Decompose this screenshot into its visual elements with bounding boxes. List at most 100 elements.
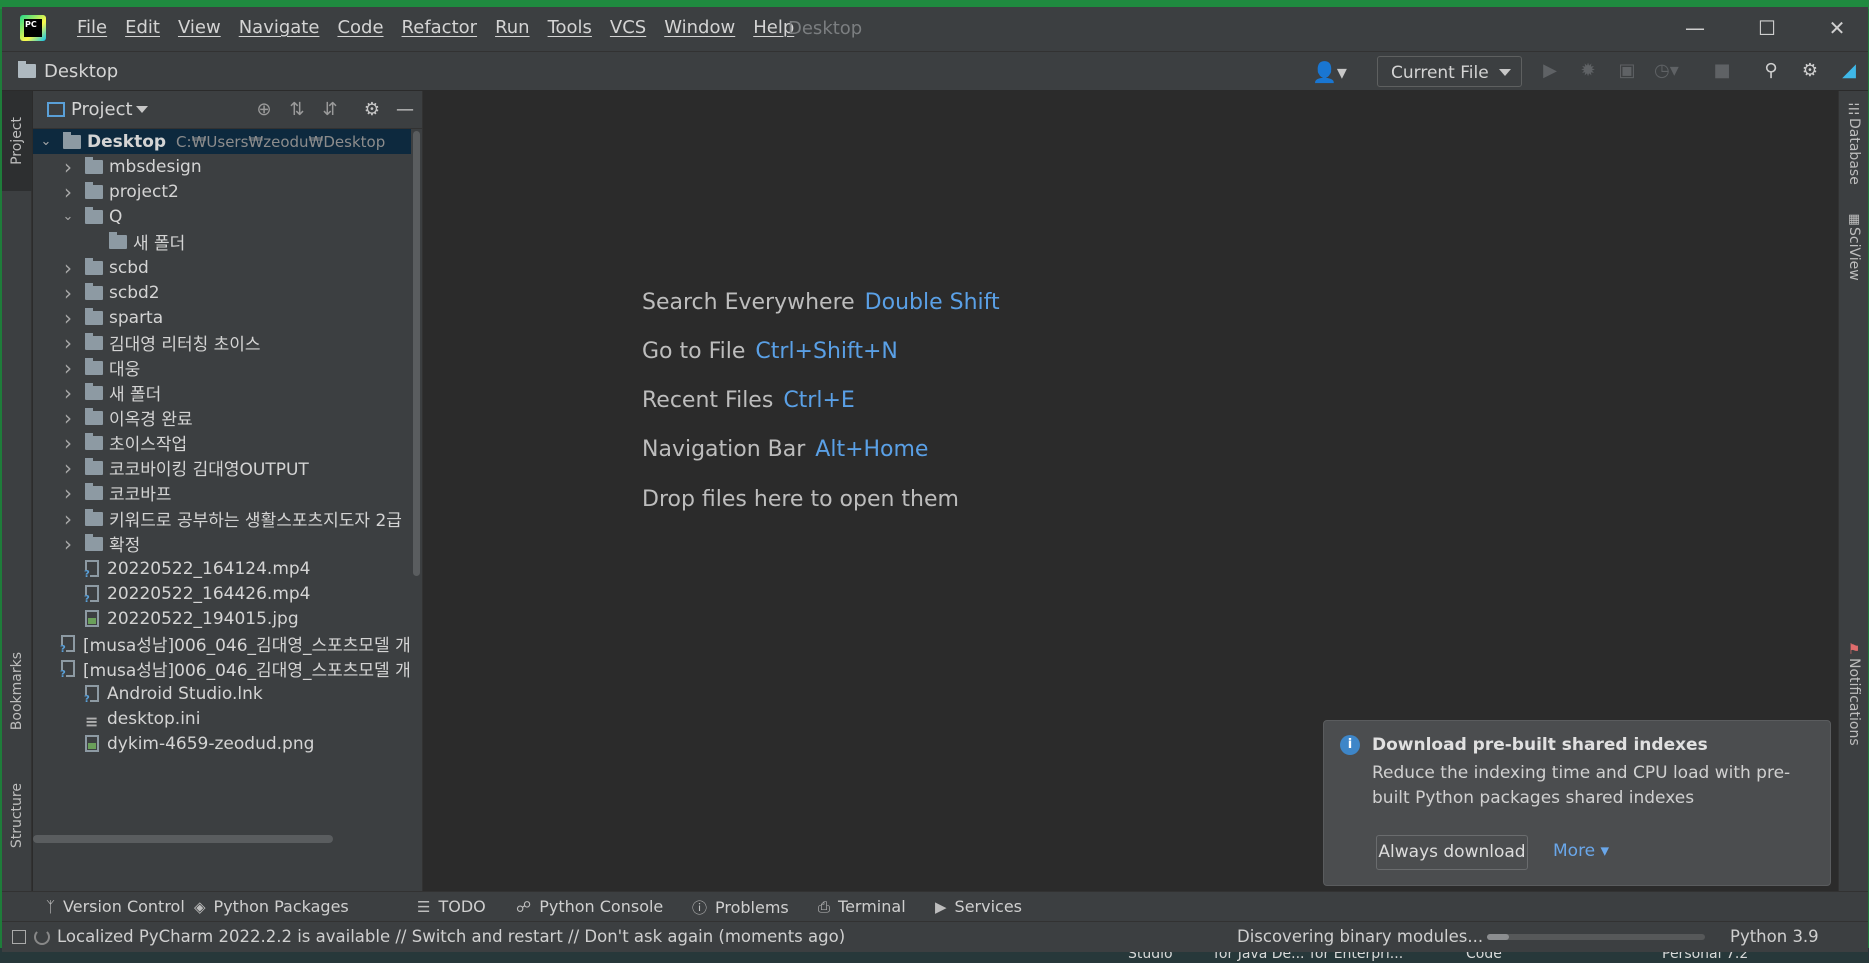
tree-file-row[interactable]: Android Studio.lnk [33,681,411,706]
jetbrains-toolbox-icon[interactable]: ◢ [1838,60,1860,82]
user-account-icon[interactable]: 👤▾ [1312,60,1347,84]
more-actions-link[interactable]: More ▾ [1553,841,1609,861]
chevron-right-icon[interactable]: › [61,281,75,305]
tree-folder-row[interactable]: › scbd [33,255,411,280]
minimize-button[interactable]: — [1668,13,1722,43]
background-task-text[interactable]: Discovering binary modules... [1237,927,1483,946]
project-tree-horizontal-scrollbar[interactable] [33,835,333,843]
tree-folder-row[interactable]: › 이옥경 완료 [33,405,411,431]
menu-refactor[interactable]: Refactor [393,17,487,38]
tree-folder-row[interactable]: 새 폴더 [33,229,411,254]
breadcrumb[interactable]: Desktop [44,61,118,82]
project-panel-title[interactable]: Project [71,99,133,120]
close-button[interactable]: ✕ [1810,13,1864,43]
menu-run[interactable]: Run [486,17,539,38]
coverage-icon[interactable]: ▣ [1616,60,1638,82]
tree-folder-row[interactable]: › 키워드로 공부하는 생활스포츠지도자 2급 [33,506,411,532]
tree-file-row[interactable]: 20220522_164426.mp4 [33,581,411,606]
stripe-structure-button[interactable]: Structure [2,771,32,861]
search-icon[interactable]: ⚲ [1760,60,1782,82]
stripe-bookmarks-button[interactable]: Bookmarks [2,641,32,741]
menu-vcs[interactable]: VCS [601,17,655,38]
chevron-right-icon[interactable]: › [61,155,75,179]
tool-problems[interactable]: ⓘ Problems [692,897,789,918]
stop-icon[interactable]: ■ [1711,60,1733,82]
status-message[interactable]: Localized PyCharm 2022.2.2 is available … [57,927,845,946]
tree-folder-row[interactable]: › sparta [33,305,411,330]
scrollbar-thumb[interactable] [413,131,420,576]
tree-file-row[interactable]: [musa성남]006_046_김대영_스포츠모델 개인.m [33,631,411,656]
chevron-down-icon[interactable]: ⌄ [39,134,53,149]
chevron-right-icon[interactable]: › [61,532,75,556]
tree-folder-row[interactable]: ⌄ Q [33,204,411,229]
tree-folder-row[interactable]: › 코코바이킹 김대영OUTPUT [33,455,411,481]
chevron-down-icon[interactable]: ⌄ [61,209,75,224]
tree-folder-row[interactable]: › 대웅 [33,355,411,381]
toggle-tool-windows-icon[interactable] [12,930,26,944]
tree-folder-row[interactable]: › project2 [33,179,411,204]
run-configuration-dropdown[interactable]: Current File [1377,56,1522,87]
tool-python-console[interactable]: ☍ Python Console [516,897,663,916]
stripe-sciview-button[interactable]: ▦ SciView [1839,201,1868,291]
tool-python-packages[interactable]: ◈ Python Packages [194,897,349,916]
expand-all-icon[interactable]: ⇅ [286,99,308,121]
tree-file-row[interactable]: dykim-4659-zeodud.png [33,731,411,756]
chevron-right-icon[interactable]: › [61,356,75,380]
collapse-all-icon[interactable]: ⇵ [319,99,341,121]
tree-file-row[interactable]: [musa성남]006_046_김대영_스포츠모델 개인ㅌ [33,656,411,681]
chevron-right-icon[interactable]: › [61,331,75,355]
tree-file-row[interactable]: 20220522_194015.jpg [33,606,411,631]
hint-search-everywhere: Search Everywhere Double Shift [642,290,1000,315]
stripe-database-button[interactable]: ☵ Database [1839,95,1868,191]
options-gear-icon[interactable]: ⚙ [361,99,383,121]
tree-folder-row[interactable]: › 초이스작업 [33,430,411,456]
tree-folder-row[interactable]: › 코코바프 [33,480,411,506]
tree-folder-row[interactable]: › mbsdesign [33,154,411,179]
maximize-button[interactable]: ☐ [1740,13,1794,43]
tool-services[interactable]: ▶ Services [935,897,1022,916]
menu-window[interactable]: Window [655,17,744,38]
tree-root-desktop[interactable]: ⌄ Desktop C:₩Users₩zeodu₩Desktop [33,129,411,154]
settings-gear-icon[interactable]: ⚙ [1799,60,1821,82]
chevron-right-icon[interactable]: › [61,507,75,531]
stripe-notifications-button[interactable]: ⚑ Notifications [1839,639,1868,749]
menu-code[interactable]: Code [328,17,392,38]
chevron-right-icon[interactable]: › [61,406,75,430]
stripe-project-button[interactable]: Project [2,91,32,191]
locate-file-icon[interactable]: ⊕ [253,99,275,121]
tree-folder-row[interactable]: › 김대영 리터칭 초이스 [33,330,411,356]
project-tree-vertical-scrollbar[interactable] [411,129,422,834]
tree-file-row[interactable]: 20220522_164124.mp4 [33,556,411,581]
chevron-right-icon[interactable]: › [61,180,75,204]
tree-file-row[interactable]: desktop.ini [33,706,411,731]
tree-folder-row[interactable]: › 확정 [33,531,411,557]
chevron-right-icon[interactable]: › [61,456,75,480]
tree-folder-row[interactable]: › scbd2 [33,280,411,305]
chevron-right-icon[interactable]: › [61,481,75,505]
tool-version-control[interactable]: ᛉ Version Control [46,897,185,916]
tree-folder-row[interactable]: › 새 폴더 [33,380,411,406]
hint-shortcut[interactable]: Alt+Home [815,437,928,462]
hint-shortcut[interactable]: Double Shift [865,290,1000,315]
tool-todo[interactable]: ☰ TODO [417,897,486,916]
always-download-button[interactable]: Always download [1376,835,1528,870]
menu-edit[interactable]: Edit [116,17,169,38]
chevron-right-icon[interactable]: › [61,431,75,455]
chevron-right-icon[interactable]: › [61,256,75,280]
menu-view[interactable]: View [169,17,230,38]
run-icon[interactable]: ▶ [1539,60,1561,82]
hint-shortcut[interactable]: Ctrl+Shift+N [755,339,897,364]
hint-label: Search Everywhere [642,290,855,315]
profile-icon[interactable]: ◷▾ [1654,60,1679,82]
hide-panel-icon[interactable]: — [394,99,416,121]
chevron-right-icon[interactable]: › [61,306,75,330]
chevron-right-icon[interactable]: › [61,381,75,405]
menu-file[interactable]: File [68,17,116,38]
hint-shortcut[interactable]: Ctrl+E [783,388,854,413]
tool-terminal[interactable]: ⎙ Terminal [818,897,906,916]
debug-icon[interactable]: ✹ [1577,60,1599,82]
python-interpreter-selector[interactable]: Python 3.9 [1730,927,1819,946]
menu-tools[interactable]: Tools [539,17,601,38]
menu-navigate[interactable]: Navigate [230,17,329,38]
chevron-down-icon[interactable] [136,106,148,113]
